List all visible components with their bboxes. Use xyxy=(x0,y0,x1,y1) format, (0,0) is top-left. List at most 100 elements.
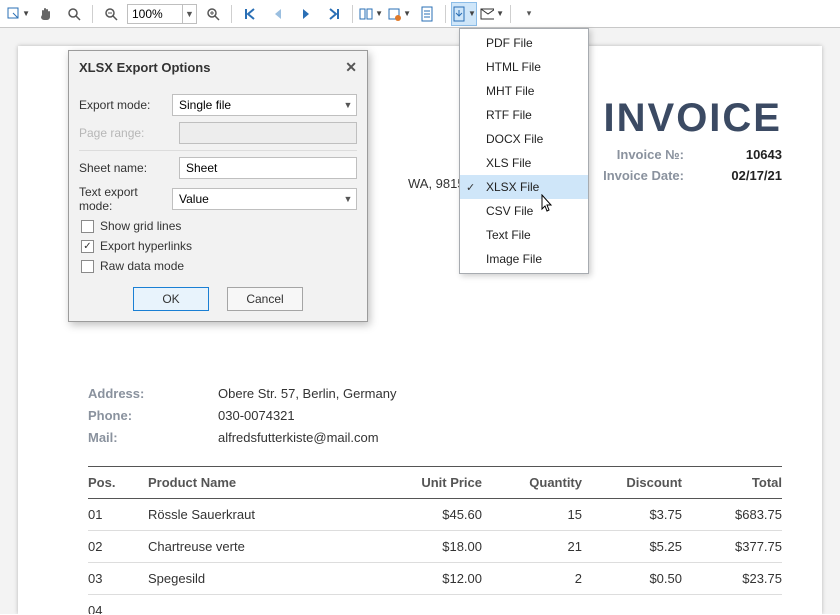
checkbox-icon: ✓ xyxy=(81,240,94,253)
export-hyperlinks-checkbox[interactable]: ✓ Export hyperlinks xyxy=(81,239,357,253)
text-export-mode-combo[interactable]: ▼ xyxy=(172,188,357,210)
first-page-button[interactable] xyxy=(237,2,263,26)
phone-value: 030-0074321 xyxy=(218,408,295,423)
invoice-date-label: Invoice Date: xyxy=(603,168,684,183)
cancel-button[interactable]: Cancel xyxy=(227,287,303,311)
export-menu-item[interactable]: DOCX File xyxy=(460,127,588,151)
cell-name: Rössle Sauerkraut xyxy=(148,507,382,522)
cell-tot: $23.75 xyxy=(682,571,782,586)
zoom-in-button[interactable] xyxy=(200,2,226,26)
cell-tot xyxy=(682,603,782,614)
cursor-icon xyxy=(541,194,557,214)
zoom-out-button[interactable] xyxy=(98,2,124,26)
page-range-label: Page range: xyxy=(79,126,179,140)
raw-data-checkbox[interactable]: Raw data mode xyxy=(81,259,357,273)
show-gridlines-checkbox[interactable]: Show grid lines xyxy=(81,219,357,233)
export-menu-item[interactable]: ✓XLSX File xyxy=(460,175,588,199)
background-color-button[interactable]: ▼ xyxy=(386,2,412,26)
table-header: Pos. Product Name Unit Price Quantity Di… xyxy=(88,466,782,499)
export-menu-item[interactable]: MHT File xyxy=(460,79,588,103)
export-menu-item-label: HTML File xyxy=(486,60,541,74)
text-export-mode-label: Text export mode: xyxy=(79,185,172,213)
page-range-combo xyxy=(179,122,357,144)
cell-qty: 15 xyxy=(482,507,582,522)
sheet-name-label: Sheet name: xyxy=(79,161,179,175)
export-mode-combo[interactable]: ▼ xyxy=(172,94,357,116)
export-menu-item[interactable]: Text File xyxy=(460,223,588,247)
cell-pos: 02 xyxy=(88,539,148,554)
send-email-button[interactable]: ▼ xyxy=(479,2,505,26)
invoice-header: INVOICE Invoice №: 10643 Invoice Date: 0… xyxy=(603,96,782,183)
export-menu-item[interactable]: HTML File xyxy=(460,55,588,79)
cell-pos: 03 xyxy=(88,571,148,586)
export-menu-item-label: XLS File xyxy=(486,156,531,170)
col-qty: Quantity xyxy=(482,475,582,490)
raw-data-label: Raw data mode xyxy=(100,259,184,273)
export-menu-item[interactable]: PDF File xyxy=(460,31,588,55)
export-menu-item-label: Image File xyxy=(486,252,542,266)
zoom-combo[interactable]: ▼ xyxy=(127,4,197,24)
export-menu-item-label: DOCX File xyxy=(486,132,543,146)
zoom-input[interactable] xyxy=(128,5,182,23)
xlsx-export-options-dialog: XLSX Export Options ✕ Export mode: ▼ Pag… xyxy=(68,50,368,322)
ok-button[interactable]: OK xyxy=(133,287,209,311)
col-unit: Unit Price xyxy=(382,475,482,490)
cell-name: Chartreuse verte xyxy=(148,539,382,554)
export-menu-item[interactable]: XLS File xyxy=(460,151,588,175)
export-format-menu: PDF File HTML File MHT FileRTF File DOCX Fi… xyxy=(459,28,589,274)
toolbar: ▼ ▼ ▼ ▼ ▼ ▼ ▾ xyxy=(0,0,840,28)
magnifier-tool-button[interactable] xyxy=(61,2,87,26)
page-range-value xyxy=(180,124,356,142)
export-mode-label: Export mode: xyxy=(79,98,172,112)
pointer-tool-button[interactable]: ▼ xyxy=(5,2,31,26)
overflow-button[interactable]: ▾ xyxy=(516,2,542,26)
invoice-number-label: Invoice №: xyxy=(617,147,684,162)
show-gridlines-label: Show grid lines xyxy=(100,219,181,233)
cell-unit: $12.00 xyxy=(382,571,482,586)
table-row: 04 xyxy=(88,595,782,614)
hand-tool-button[interactable] xyxy=(33,2,59,26)
multipage-view-button[interactable]: ▼ xyxy=(358,2,384,26)
table-row: 02Chartreuse verte$18.0021$5.25$377.75 xyxy=(88,531,782,563)
cell-name xyxy=(148,603,382,614)
dialog-close-button[interactable]: ✕ xyxy=(345,59,357,76)
table-row: 01Rössle Sauerkraut$45.6015$3.75$683.75 xyxy=(88,499,782,531)
invoice-number-value: 10643 xyxy=(712,147,782,162)
mail-value: alfredsfutterkiste@mail.com xyxy=(218,430,379,445)
cell-qty xyxy=(482,603,582,614)
cell-name: Spegesild xyxy=(148,571,382,586)
chevron-down-icon: ▼ xyxy=(340,100,356,110)
next-page-button[interactable] xyxy=(293,2,319,26)
watermark-button[interactable] xyxy=(414,2,440,26)
cell-disc: $3.75 xyxy=(582,507,682,522)
prev-page-button[interactable] xyxy=(265,2,291,26)
export-mode-value[interactable] xyxy=(173,96,340,114)
cell-disc: $0.50 xyxy=(582,571,682,586)
checkbox-icon xyxy=(81,260,94,273)
cell-qty: 2 xyxy=(482,571,582,586)
address-label: Address: xyxy=(88,383,218,405)
chevron-down-icon: ▼ xyxy=(340,194,356,204)
col-disc: Discount xyxy=(582,475,682,490)
phone-label: Phone: xyxy=(88,405,218,427)
text-export-mode-value[interactable] xyxy=(173,190,340,208)
export-menu-item[interactable]: RTF File xyxy=(460,103,588,127)
cell-unit: $18.00 xyxy=(382,539,482,554)
last-page-button[interactable] xyxy=(321,2,347,26)
export-menu-item-label: PDF File xyxy=(486,36,533,50)
contact-block: Address:Obere Str. 57, Berlin, Germany P… xyxy=(88,383,396,449)
export-menu-item[interactable]: CSV File xyxy=(460,199,588,223)
cell-tot: $683.75 xyxy=(682,507,782,522)
col-name: Product Name xyxy=(148,475,382,490)
cell-qty: 21 xyxy=(482,539,582,554)
export-document-button[interactable]: ▼ xyxy=(451,2,477,26)
export-menu-item[interactable]: Image File xyxy=(460,247,588,271)
export-menu-item-label: Text File xyxy=(486,228,531,242)
mail-label: Mail: xyxy=(88,427,218,449)
cell-pos: 04 xyxy=(88,603,148,614)
invoice-title: INVOICE xyxy=(603,96,782,141)
cell-tot: $377.75 xyxy=(682,539,782,554)
zoom-caret-icon[interactable]: ▼ xyxy=(182,5,196,23)
sheet-name-input[interactable] xyxy=(179,157,357,179)
col-tot: Total xyxy=(682,475,782,490)
